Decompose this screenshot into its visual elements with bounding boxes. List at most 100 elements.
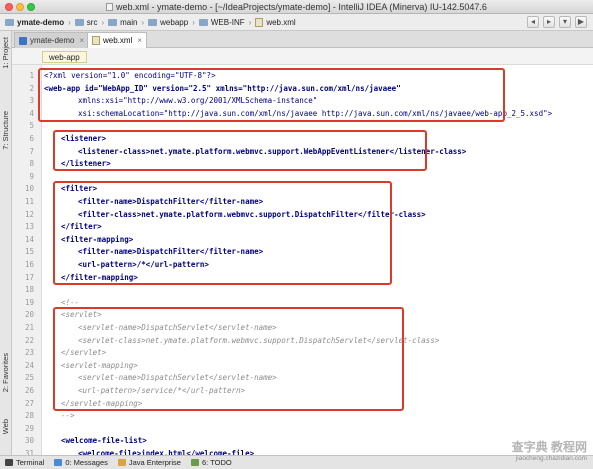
tab-label: web.xml	[103, 36, 133, 45]
left-tool-strip: 1: Project 7: Structure 2: Favorites Web	[0, 31, 12, 455]
line-number: 16	[24, 260, 34, 269]
navigation-breadcrumb: ymate-demo › src › main › webapp › WEB-I…	[0, 14, 593, 31]
project-tool-tab[interactable]: 1: Project	[1, 37, 10, 69]
breadcrumb-item-web-xml[interactable]: web.xml	[253, 15, 297, 30]
line-number: 26	[24, 386, 34, 395]
close-icon[interactable]: ×	[79, 36, 84, 45]
chevron-right-icon: ›	[248, 17, 252, 27]
highlight-box-servlet	[53, 307, 404, 411]
code-line: <!--	[61, 297, 80, 307]
line-number: 10	[24, 184, 34, 194]
line-number: 13	[24, 222, 34, 232]
highlight-box-filter	[53, 181, 392, 285]
breadcrumb-label: ymate-demo	[17, 17, 65, 27]
chevron-right-icon: ›	[192, 17, 195, 27]
line-number: 14	[24, 234, 34, 244]
breadcrumb-item-src[interactable]: src	[73, 15, 100, 30]
module-icon	[19, 36, 27, 45]
run-config-icon[interactable]: ▾	[559, 16, 571, 28]
code-line: <welcome-file-list>	[61, 436, 147, 446]
watermark-url: jiaocheng.chazidian.com	[515, 455, 587, 462]
line-number: 17	[24, 272, 34, 282]
folder-icon	[108, 18, 118, 26]
breadcrumb-item-main[interactable]: main	[106, 15, 139, 30]
xml-file-icon	[92, 36, 100, 45]
tool-label: 6: TODO	[201, 458, 232, 467]
window-title-text: web.xml - ymate-demo - [~/IdeaProjects/y…	[116, 2, 487, 12]
folder-icon	[148, 18, 158, 26]
line-number: 4	[29, 108, 34, 118]
line-number: 25	[24, 373, 34, 383]
breadcrumb-label: WEB-INF	[210, 17, 245, 27]
tool-label: Terminal	[16, 458, 45, 467]
breadcrumb-item-ymate-demo[interactable]: ymate-demo	[3, 15, 66, 30]
line-number: 21	[24, 323, 34, 332]
xml-file-icon	[255, 17, 264, 27]
line-number: 9	[29, 171, 34, 181]
close-icon[interactable]: ×	[137, 36, 142, 45]
breadcrumb-item-web-inf[interactable]: WEB-INF	[197, 15, 247, 30]
bottom-tool-bar: Terminal 0: Messages Java Enterprise 6: …	[0, 455, 593, 469]
xml-context-chip[interactable]: web-app	[42, 51, 87, 63]
todo-icon	[190, 459, 199, 466]
window-title: web.xml - ymate-demo - [~/IdeaProjects/y…	[0, 2, 593, 12]
breadcrumb-label: web.xml	[266, 17, 296, 27]
line-number: 1	[29, 71, 34, 80]
folder-icon	[5, 18, 14, 26]
line-number: 3	[29, 96, 34, 106]
toolbar-right: ◂ ▸ ▾ ▶	[527, 16, 593, 28]
java-enterprise-icon	[117, 459, 126, 466]
messages-tool-button[interactable]: 0: Messages	[54, 458, 108, 467]
window-title-bar: web.xml - ymate-demo - [~/IdeaProjects/y…	[0, 0, 593, 14]
line-number-gutter: 1 2 3 4 5 6 7 8 9 10 11 12 13 14 15 16 17 18 19 20 21 22 23 24 2…	[12, 65, 42, 458]
line-number: 29	[24, 423, 34, 433]
line-number: 12	[24, 209, 34, 219]
tool-label: 0: Messages	[65, 458, 108, 467]
line-number: 7	[29, 146, 34, 156]
breadcrumb-item-webapp[interactable]: webapp	[146, 15, 190, 30]
folder-icon	[198, 18, 208, 26]
line-number: 27	[24, 398, 34, 408]
terminal-tool-button[interactable]: Terminal	[5, 458, 44, 467]
tool-label: Java Enterprise	[128, 458, 181, 467]
java-enterprise-tool-button[interactable]: Java Enterprise	[117, 458, 181, 467]
line-number: 28	[24, 411, 34, 421]
watermark: 查字典 教程网	[511, 440, 587, 454]
highlight-box-web-app	[38, 68, 505, 122]
web-tool-tab[interactable]: Web	[1, 419, 10, 434]
file-icon	[106, 3, 114, 11]
tab-ymate-demo[interactable]: ymate-demo ×	[14, 32, 90, 48]
line-number: 15	[24, 247, 34, 257]
line-number: 23	[24, 348, 34, 358]
folder-icon	[74, 18, 84, 26]
breadcrumb-label: src	[86, 17, 98, 27]
line-number: 20	[24, 310, 34, 320]
line-number: 11	[24, 197, 34, 206]
breadcrumb-label: main	[120, 17, 138, 27]
line-number: 22	[24, 335, 34, 345]
chevron-right-icon: ›	[141, 17, 145, 27]
line-number: 8	[29, 159, 34, 169]
messages-icon	[54, 459, 63, 466]
back-icon[interactable]: ◂	[527, 16, 539, 28]
highlight-box-listener	[53, 130, 427, 171]
terminal-icon	[5, 459, 13, 466]
tab-web-xml[interactable]: web.xml ×	[87, 32, 148, 48]
todo-tool-button[interactable]: 6: TODO	[190, 458, 232, 467]
breadcrumb-label: webapp	[160, 17, 189, 27]
code-line: -->	[61, 411, 75, 421]
line-number: 30	[24, 436, 34, 446]
structure-tool-tab[interactable]: 7: Structure	[1, 111, 10, 150]
line-number: 6	[29, 134, 34, 143]
run-icon[interactable]: ▶	[575, 16, 587, 28]
line-number: 24	[24, 360, 34, 370]
line-number: 18	[24, 285, 34, 295]
line-number: 2	[29, 83, 34, 93]
line-number: 5	[29, 121, 34, 131]
tab-label: ymate-demo	[30, 36, 75, 45]
forward-icon[interactable]: ▸	[543, 16, 555, 28]
editor-tabs-bar: ymate-demo × web.xml ×	[12, 31, 593, 48]
chevron-right-icon: ›	[68, 17, 71, 27]
favorites-tool-tab[interactable]: 2: Favorites	[1, 353, 10, 392]
line-number: 19	[24, 297, 34, 307]
